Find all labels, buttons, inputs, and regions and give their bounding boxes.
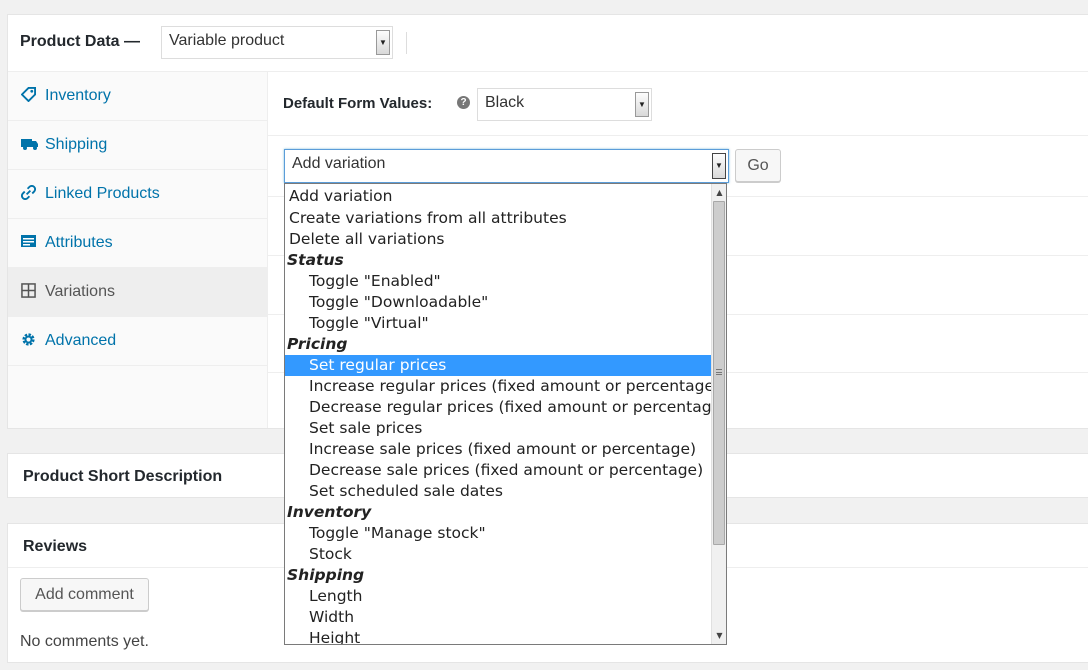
tab-variations[interactable]: Variations (8, 268, 267, 317)
product-data-title: Product Data — (20, 33, 141, 50)
dropdown-option[interactable]: Toggle "Virtual" (285, 313, 713, 334)
help-icon[interactable]: ? (457, 96, 470, 109)
default-form-row: Default Form Values: ? Black ▼ (268, 72, 1088, 136)
dropdown-option[interactable]: Toggle "Downloadable" (285, 292, 713, 313)
tab-shipping[interactable]: Shipping (8, 121, 267, 170)
tab-label: Inventory (45, 87, 111, 104)
bulk-action-dropdown[interactable]: Add variation Create variations from all … (284, 183, 727, 645)
tab-label: Attributes (45, 234, 113, 251)
dropdown-option[interactable]: Set scheduled sale dates (285, 481, 713, 502)
dropdown-option[interactable]: Width (285, 607, 713, 628)
go-button[interactable]: Go (735, 149, 781, 182)
product-type-value: Variable product (169, 32, 285, 49)
dropdown-option[interactable]: Height (285, 628, 713, 644)
tab-label: Shipping (45, 136, 108, 153)
grid-icon (21, 283, 37, 299)
dropdown-option[interactable]: Decrease regular prices (fixed amount or… (285, 397, 713, 418)
tab-label: Linked Products (45, 185, 160, 202)
bulk-action-value: Add variation (292, 155, 386, 172)
option-group-label: Status (287, 251, 344, 269)
tag-icon (20, 87, 37, 103)
add-comment-button[interactable]: Add comment (20, 578, 149, 611)
dropdown-option[interactable]: Set regular prices (285, 355, 713, 376)
short-description-title: Product Short Description (23, 468, 223, 485)
chevron-down-icon[interactable]: ▼ (712, 153, 726, 179)
no-comments-text: No comments yet. (20, 633, 149, 650)
grip-icon (716, 369, 722, 375)
option-group-label: Inventory (287, 503, 372, 521)
scrollbar-thumb[interactable] (713, 201, 725, 545)
tab-attributes[interactable]: Attributes (8, 219, 267, 268)
scroll-up-icon[interactable]: ▲ (712, 184, 726, 201)
list-icon (21, 234, 37, 250)
dropdown-option[interactable]: Increase regular prices (fixed amount or… (285, 376, 713, 397)
dropdown-options: Add variation Create variations from all … (285, 185, 713, 644)
option-group-label: Pricing (287, 335, 348, 353)
dropdown-option[interactable]: Add variation (285, 185, 713, 208)
default-form-label: Default Form Values: (283, 95, 433, 112)
dropdown-scrollbar[interactable]: ▲ ▼ (711, 184, 726, 644)
scroll-down-icon[interactable]: ▼ (712, 627, 726, 644)
product-data-header: Product Data — Variable product ▼ (8, 15, 1088, 72)
header-separator (406, 32, 407, 54)
default-color-select[interactable]: Black ▼ (477, 88, 652, 121)
chevron-down-icon[interactable]: ▼ (376, 30, 390, 55)
dropdown-option[interactable]: Toggle "Manage stock" (285, 523, 713, 544)
gear-icon (21, 332, 37, 348)
product-data-tabs: Inventory Shipping Linked Products Attri… (8, 72, 268, 428)
product-type-select[interactable]: Variable product ▼ (161, 26, 393, 59)
tab-advanced[interactable]: Advanced (8, 317, 267, 366)
dropdown-option[interactable]: Create variations from all attributes (285, 208, 713, 229)
reviews-title: Reviews (23, 538, 88, 555)
tab-label: Advanced (45, 332, 117, 349)
dropdown-option[interactable]: Delete all variations (285, 229, 713, 250)
dropdown-option[interactable]: Increase sale prices (fixed amount or pe… (285, 439, 713, 460)
tab-linked-products[interactable]: Linked Products (8, 170, 267, 219)
truck-icon (21, 136, 38, 152)
tab-label: Variations (45, 283, 115, 300)
chevron-down-icon[interactable]: ▼ (635, 92, 649, 117)
dropdown-option[interactable]: Stock (285, 544, 713, 565)
dropdown-option[interactable]: Decrease sale prices (fixed amount or pe… (285, 460, 713, 481)
option-group-label: Shipping (287, 566, 365, 584)
dropdown-option[interactable]: Length (285, 586, 713, 607)
tab-inventory[interactable]: Inventory (8, 72, 267, 121)
link-icon (20, 184, 37, 201)
bulk-action-select[interactable]: Add variation ▼ (284, 149, 729, 183)
default-color-value: Black (485, 94, 525, 111)
dropdown-option[interactable]: Set sale prices (285, 418, 713, 439)
dropdown-option[interactable]: Toggle "Enabled" (285, 271, 713, 292)
